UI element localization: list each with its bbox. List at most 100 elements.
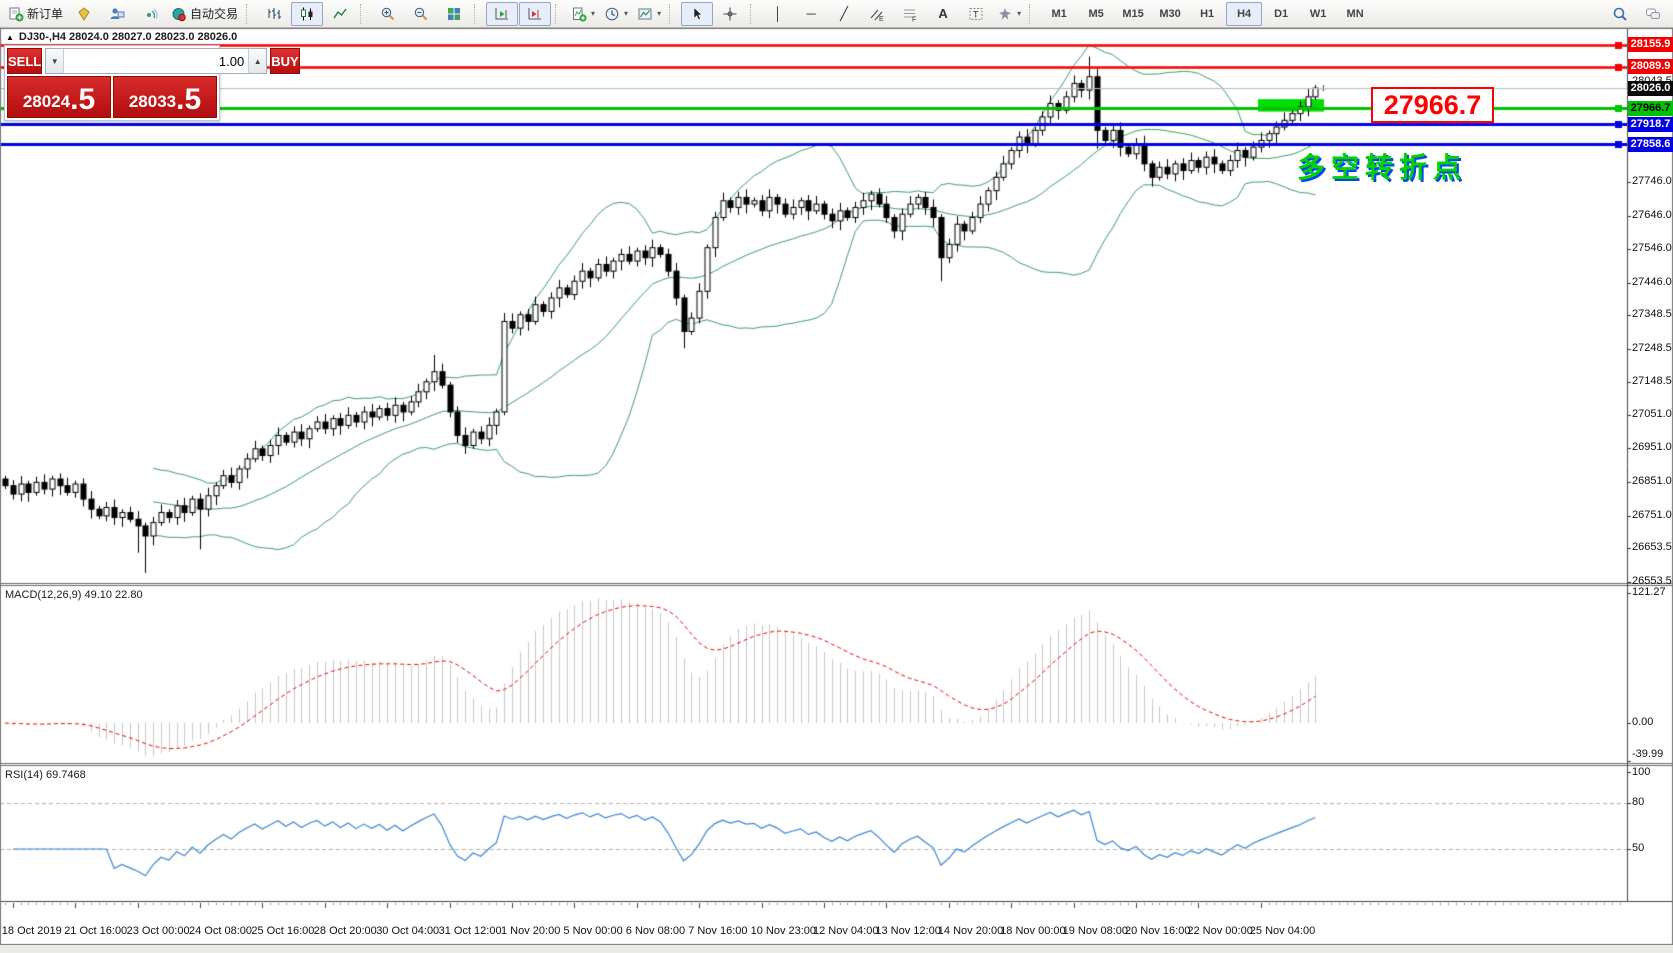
zoom-in-button[interactable] xyxy=(372,2,404,26)
chart-shift-button[interactable] xyxy=(519,2,551,26)
toolbar-separator xyxy=(474,4,481,24)
chart-bars-icon xyxy=(266,6,282,22)
rsi-label: RSI(14) 69.7468 xyxy=(5,769,86,781)
auto-scroll-button[interactable] xyxy=(486,2,518,26)
annotation-label[interactable]: 多空转折点 xyxy=(1297,146,1467,186)
time-label: 21 Oct 16:00 xyxy=(64,925,127,937)
volume-input[interactable] xyxy=(64,49,248,73)
price-tick-label: 27546.0 xyxy=(1632,242,1672,254)
text-button[interactable]: A xyxy=(927,2,959,26)
time-label: 5 Nov 00:00 xyxy=(563,925,622,937)
volume-decrease-button[interactable]: ▼ xyxy=(46,49,64,73)
volume-increase-button[interactable]: ▲ xyxy=(248,49,266,73)
timeframe-d1-button[interactable]: D1 xyxy=(1263,2,1299,26)
buy-price-button[interactable]: 28033.5 xyxy=(113,76,217,118)
one-click-trading-panel: SELL ▼ ▲ BUY 28024.5 28033.5 xyxy=(4,45,220,121)
price-tick-label: 26751.0 xyxy=(1632,509,1672,521)
time-scale[interactable]: 18 Oct 201921 Oct 16:0023 Oct 00:0024 Oc… xyxy=(0,906,1673,945)
chart-line-button[interactable] xyxy=(324,2,356,26)
fibo-icon: F xyxy=(902,6,918,22)
price-callout[interactable]: 27966.7 xyxy=(1371,87,1494,123)
hline-price-badge: 27858.6 xyxy=(1628,137,1673,152)
timeframe-m30-button[interactable]: M30 xyxy=(1152,2,1188,26)
time-label: 25 Nov 04:00 xyxy=(1250,925,1315,937)
vline-button[interactable]: │ xyxy=(762,2,794,26)
price-tick-label: 27348.5 xyxy=(1632,308,1672,320)
text-label-icon: T xyxy=(968,6,984,22)
toolbar: 新订单 自动交易 ▾ ▾ ▾ │─╱EFAT ▾ M1M5M15M30H1H4D1W1MN xyxy=(0,0,1673,28)
chart-candles-button[interactable] xyxy=(291,2,323,26)
hline-price-badge: 27966.7 xyxy=(1628,101,1673,116)
timeframe-w1-button[interactable]: W1 xyxy=(1300,2,1336,26)
timeframe-h4-button[interactable]: H4 xyxy=(1226,2,1262,26)
channel-button[interactable]: E xyxy=(861,2,893,26)
text-label-button[interactable]: T xyxy=(960,2,992,26)
hline-button[interactable]: ─ xyxy=(795,2,827,26)
profiles-icon xyxy=(109,6,125,22)
metaeditor-button[interactable] xyxy=(68,2,100,26)
zoom-out-button[interactable] xyxy=(405,2,437,26)
time-label: 18 Nov 00:00 xyxy=(1000,925,1065,937)
profiles-button[interactable] xyxy=(101,2,133,26)
timeframe-m1-button[interactable]: M1 xyxy=(1041,2,1077,26)
price-tick-label: 27248.5 xyxy=(1632,342,1672,354)
autotrading-button[interactable]: 自动交易 xyxy=(167,2,242,26)
indicators-caret-icon[interactable]: ▾ xyxy=(591,9,595,18)
time-label: 19 Nov 08:00 xyxy=(1063,925,1128,937)
indicators-button[interactable]: ▾ xyxy=(567,2,599,26)
current-price-badge: 28026.0 xyxy=(1628,81,1673,96)
time-label: 13 Nov 12:00 xyxy=(875,925,940,937)
tile-windows-icon xyxy=(446,6,462,22)
new-order-button[interactable]: 新订单 xyxy=(4,2,67,26)
indicators-icon xyxy=(571,6,587,22)
new-order-icon xyxy=(8,6,24,22)
new-order-label: 新订单 xyxy=(27,5,63,22)
buy-button[interactable]: BUY xyxy=(270,48,299,74)
time-label: 1 Nov 20:00 xyxy=(501,925,560,937)
macd-tick-label: -39.99 xyxy=(1632,748,1663,760)
sell-price-pips: .5 xyxy=(70,85,95,115)
templates-caret-icon[interactable]: ▾ xyxy=(657,9,661,18)
price-tick-label: 27446.0 xyxy=(1632,276,1672,288)
time-label: 20 Nov 16:00 xyxy=(1125,925,1190,937)
fibo-button[interactable]: F xyxy=(894,2,926,26)
sell-price-button[interactable]: 28024.5 xyxy=(7,76,111,118)
chart-bars-button[interactable] xyxy=(258,2,290,26)
cursor-button[interactable] xyxy=(681,2,713,26)
time-label: 31 Oct 12:00 xyxy=(439,925,502,937)
timeframe-mn-button[interactable]: MN xyxy=(1337,2,1373,26)
timeframe-m15-button[interactable]: M15 xyxy=(1115,2,1151,26)
price-scale[interactable]: 28141.028043.527948.527843.527746.027646… xyxy=(1628,28,1673,901)
signals-icon xyxy=(142,6,158,22)
oneclick-toggle-icon[interactable]: ▲ xyxy=(6,33,14,42)
search-button[interactable] xyxy=(1604,2,1636,26)
timeframe-h1-button[interactable]: H1 xyxy=(1189,2,1225,26)
sell-button[interactable]: SELL xyxy=(7,48,42,74)
rsi-tick-label: 50 xyxy=(1632,842,1644,854)
time-label: 12 Nov 04:00 xyxy=(813,925,878,937)
price-tick-label: 27746.0 xyxy=(1632,175,1672,187)
time-label: 22 Nov 00:00 xyxy=(1187,925,1252,937)
rsi-tick-label: 80 xyxy=(1632,796,1644,808)
arrows-caret-icon[interactable]: ▾ xyxy=(1017,9,1021,18)
buy-price-pips: .5 xyxy=(176,85,201,115)
chat-button[interactable] xyxy=(1637,2,1669,26)
trendline-button[interactable]: ╱ xyxy=(828,2,860,26)
templates-button[interactable]: ▾ xyxy=(633,2,665,26)
periods-caret-icon[interactable]: ▾ xyxy=(624,9,628,18)
macd-label: MACD(12,26,9) 49.10 22.80 xyxy=(5,589,143,601)
timeframe-m5-button[interactable]: M5 xyxy=(1078,2,1114,26)
time-label: 10 Nov 23:00 xyxy=(751,925,816,937)
periods-button[interactable]: ▾ xyxy=(600,2,632,26)
signals-button[interactable] xyxy=(134,2,166,26)
metaeditor-icon xyxy=(76,6,92,22)
time-label: 30 Oct 04:00 xyxy=(376,925,439,937)
crosshair-button[interactable] xyxy=(714,2,746,26)
hline-price-badge: 27918.7 xyxy=(1628,117,1673,132)
arrows-button[interactable]: ▾ xyxy=(993,2,1025,26)
arrows-icon xyxy=(997,6,1013,22)
macd-tick-label: 0.00 xyxy=(1632,716,1653,728)
price-tick-label: 26851.0 xyxy=(1632,475,1672,487)
zoom-in-icon xyxy=(380,6,396,22)
tile-windows-button[interactable] xyxy=(438,2,470,26)
